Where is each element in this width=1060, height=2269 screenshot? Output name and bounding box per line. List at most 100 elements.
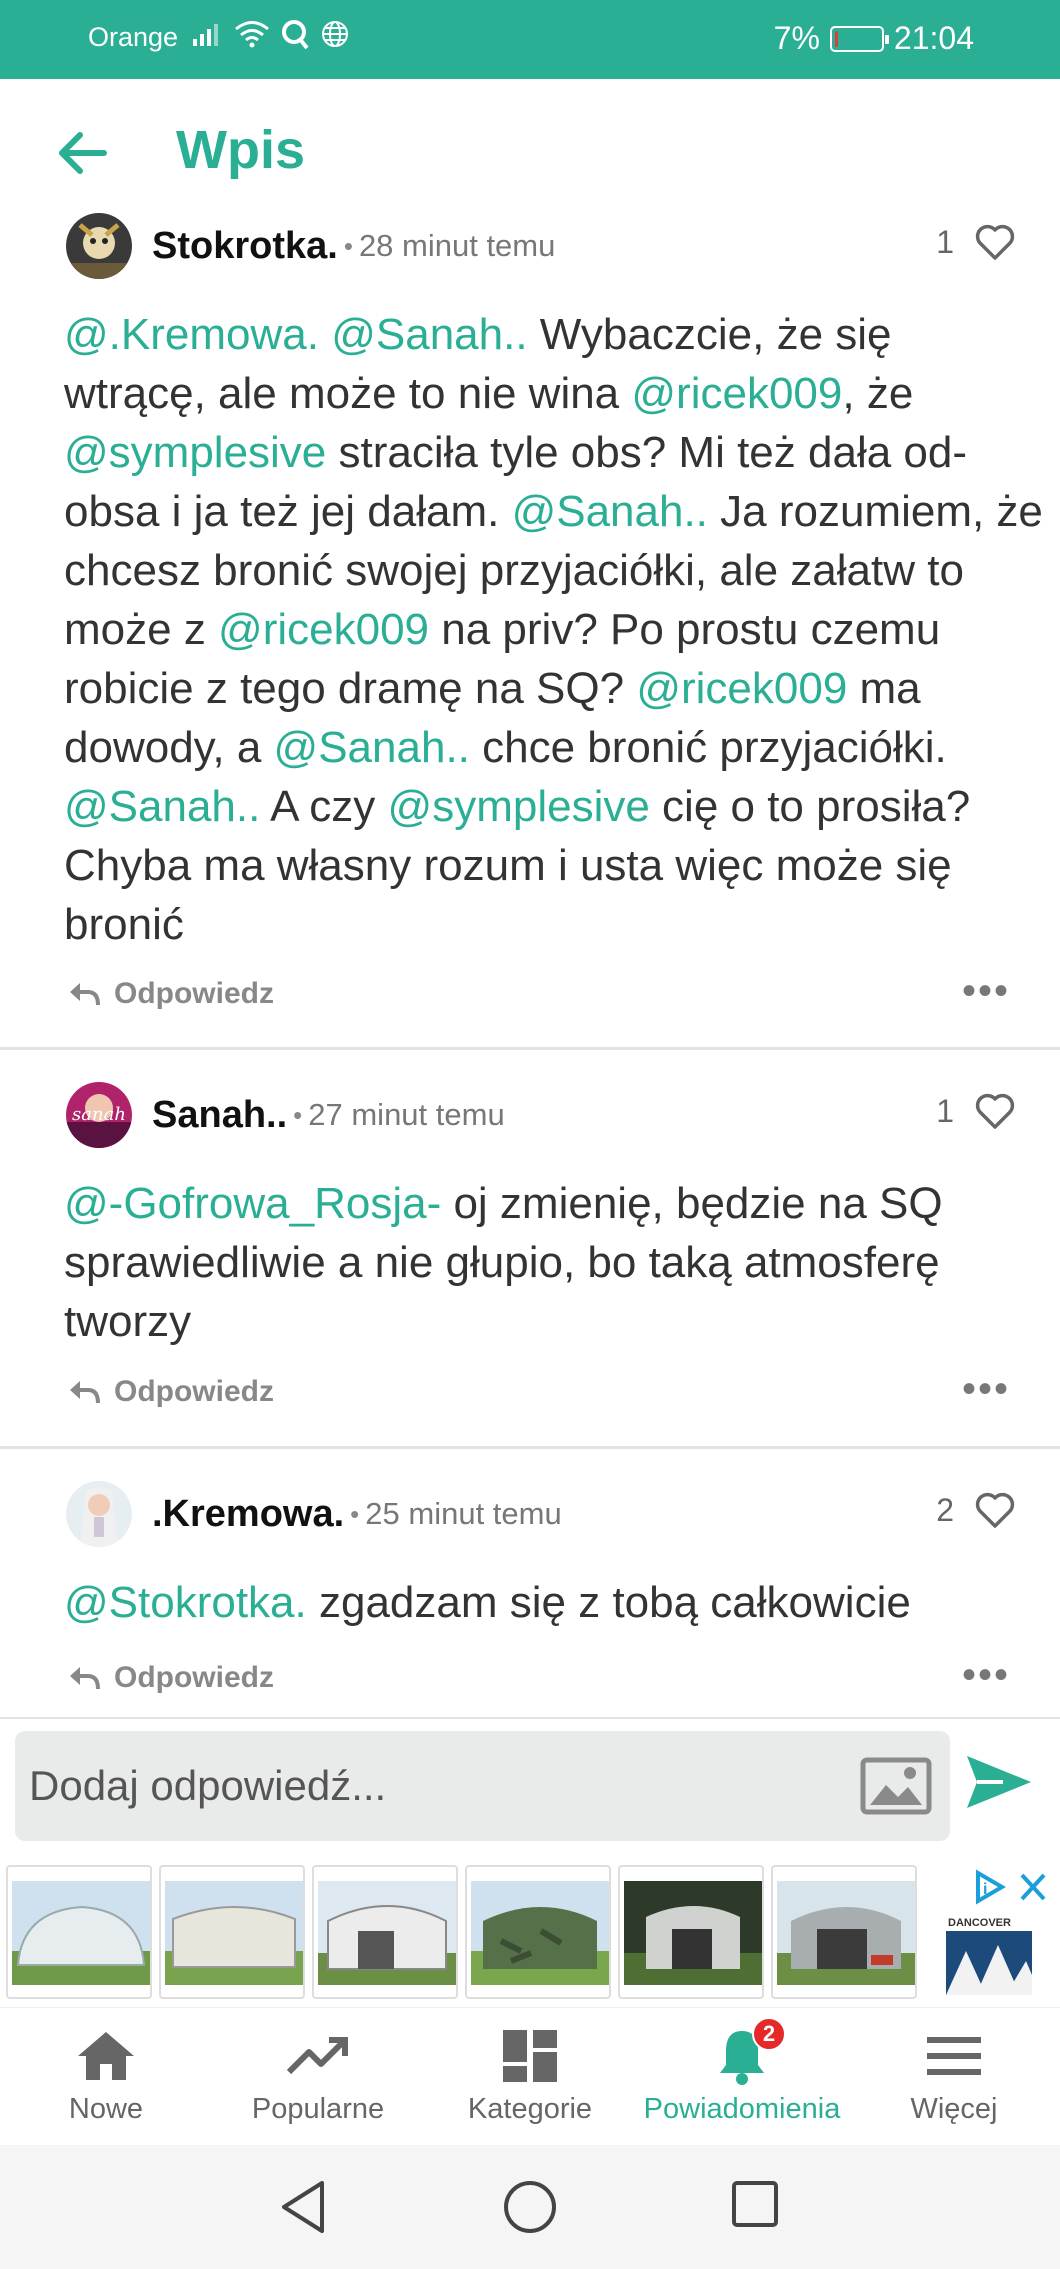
- ad-image[interactable]: [312, 1865, 458, 1999]
- wifi-icon: [235, 21, 269, 48]
- compose-box: [15, 1731, 950, 1841]
- comment-body: @Stokrotka. zgadzam się z tobą całkowici…: [64, 1573, 1044, 1632]
- comment-header: .Kremowa. • 25 minut temu: [66, 1481, 562, 1547]
- app-header: Wpis: [0, 79, 1060, 209]
- reply-icon: [70, 983, 100, 1006]
- reply-button[interactable]: Odpowiedz: [68, 1661, 274, 1695]
- user-mention[interactable]: @Sanah..: [512, 487, 708, 536]
- like-count: 1: [936, 1092, 954, 1129]
- adchoices-icon[interactable]: i: [972, 1867, 1054, 1907]
- like-count: 1: [936, 223, 954, 260]
- status-icons: [192, 18, 350, 50]
- user-mention[interactable]: @Sanah..: [274, 723, 470, 772]
- status-right: 7% 21:04: [774, 20, 974, 57]
- nav-item-nowe[interactable]: Nowe: [0, 2008, 212, 2146]
- like-counter[interactable]: 1: [936, 1092, 1016, 1130]
- comment-author[interactable]: .Kremowa.: [152, 1493, 344, 1536]
- user-mention[interactable]: @Stokrotka.: [64, 1578, 307, 1627]
- reply-icon: [70, 1667, 100, 1690]
- system-navigation-bar: [0, 2145, 1060, 2269]
- comment-text: chce bronić przyjaciółki.: [469, 723, 947, 772]
- battery-percent: 7%: [773, 20, 820, 56]
- ad-image[interactable]: [159, 1865, 305, 1999]
- svg-text:i: i: [983, 1881, 987, 1898]
- nav-item-popularne[interactable]: Popularne: [212, 2008, 424, 2146]
- comment-body: @.Kremowa. @Sanah.. Wybaczcie, że się wt…: [64, 305, 1044, 954]
- comment-author[interactable]: Sanah..: [152, 1094, 287, 1137]
- nav-item-wiecej[interactable]: Więcej: [848, 2008, 1060, 2146]
- reply-input[interactable]: [29, 1731, 849, 1841]
- nav-label: Kategorie: [467, 2093, 593, 2125]
- ad-brand-logo[interactable]: DANCOVER: [946, 1913, 1032, 1995]
- separator-dot: •: [343, 230, 353, 261]
- more-options-icon[interactable]: •••: [962, 1655, 1010, 1695]
- ad-banner[interactable]: i DANCOVER: [0, 1857, 1060, 2007]
- nav-label: Więcej: [910, 2093, 998, 2125]
- reply-button[interactable]: Odpowiedz: [68, 1375, 274, 1409]
- comment-body: @-Gofrowa_Rosja- oj zmienię, będzie na S…: [64, 1174, 1044, 1351]
- nav-label: Nowe: [68, 2093, 144, 2125]
- user-mention[interactable]: @ricek009: [218, 605, 429, 654]
- comment-author[interactable]: Stokrotka.: [152, 225, 338, 268]
- home-icon: [78, 2032, 134, 2080]
- send-icon[interactable]: [963, 1752, 1035, 1812]
- image-attach-icon[interactable]: [860, 1757, 932, 1815]
- nav-item-kategorie[interactable]: Kategorie: [424, 2008, 636, 2146]
- avatar[interactable]: [66, 1481, 132, 1547]
- reply-label: Odpowiedz: [114, 1375, 274, 1408]
- reply-icon: [70, 1381, 100, 1404]
- ad-image[interactable]: [771, 1865, 917, 1999]
- system-back-icon[interactable]: [278, 2179, 328, 2235]
- comment-time: 25 minut temu: [365, 1496, 562, 1531]
- signal-icon: [193, 24, 218, 46]
- separator-dot: •: [350, 1498, 360, 1529]
- comment-time: 28 minut temu: [358, 228, 556, 263]
- user-mention[interactable]: @ricek009: [631, 369, 842, 418]
- notification-badge: 2: [752, 2017, 786, 2051]
- like-counter[interactable]: 2: [936, 1491, 1016, 1529]
- trending-icon: [287, 2037, 348, 2075]
- svg-text:sanah: sanah: [72, 1104, 126, 1125]
- status-bar: Orange 7% 21:04: [0, 0, 1060, 79]
- user-mention[interactable]: @ricek009: [636, 664, 847, 713]
- user-mention[interactable]: @Sanah..: [64, 782, 260, 831]
- more-options-icon[interactable]: •••: [962, 1369, 1010, 1409]
- reply-label: Odpowiedz: [114, 977, 274, 1010]
- bottom-navigation: Nowe Popularne Kategorie 2 Powiadomienia…: [0, 2007, 1060, 2145]
- nav-item-powiadomienia[interactable]: 2 Powiadomienia: [636, 2008, 848, 2146]
- ad-image[interactable]: [6, 1865, 152, 1999]
- avatar[interactable]: sanah: [66, 1082, 132, 1148]
- ad-image[interactable]: [618, 1865, 764, 1999]
- dashboard-icon: [503, 2030, 557, 2082]
- reply-button[interactable]: Odpowiedz: [68, 977, 274, 1011]
- heart-icon[interactable]: [974, 1092, 1016, 1130]
- system-home-icon[interactable]: [502, 2179, 558, 2235]
- comment-text: A czy: [260, 782, 388, 831]
- back-arrow-icon[interactable]: [52, 123, 112, 183]
- user-mention[interactable]: @-Gofrowa_Rosja-: [64, 1179, 441, 1228]
- system-recents-icon[interactable]: [730, 2179, 780, 2229]
- user-mention[interactable]: @symplesive: [388, 782, 650, 831]
- user-mention[interactable]: @Sanah..: [331, 310, 527, 359]
- like-counter[interactable]: 1: [936, 223, 1016, 261]
- comment-text: , że: [842, 369, 914, 418]
- comment-item: sanah Sanah.. • 27 minut temu 1 @-Gofrow…: [0, 1050, 1060, 1446]
- user-mention[interactable]: @symplesive: [64, 428, 326, 477]
- comment-header: Stokrotka. • 28 minut temu: [66, 213, 555, 279]
- globe-icon: [322, 21, 348, 47]
- user-mention[interactable]: @.Kremowa.: [64, 310, 319, 359]
- comment-text: zgadzam się z tobą całkowicie: [306, 1578, 911, 1627]
- battery-icon: [829, 25, 889, 52]
- page-title: Wpis: [176, 120, 305, 180]
- comment-text: [319, 310, 331, 359]
- avatar[interactable]: [66, 213, 132, 279]
- like-count: 2: [936, 1491, 954, 1528]
- menu-icon: [927, 2037, 981, 2075]
- heart-icon[interactable]: [974, 1491, 1016, 1529]
- ad-image[interactable]: [465, 1865, 611, 1999]
- battery-level: [834, 30, 838, 47]
- clock: 21:04: [893, 20, 974, 56]
- comment-time: 27 minut temu: [308, 1097, 505, 1132]
- more-options-icon[interactable]: •••: [962, 971, 1010, 1011]
- heart-icon[interactable]: [974, 223, 1016, 261]
